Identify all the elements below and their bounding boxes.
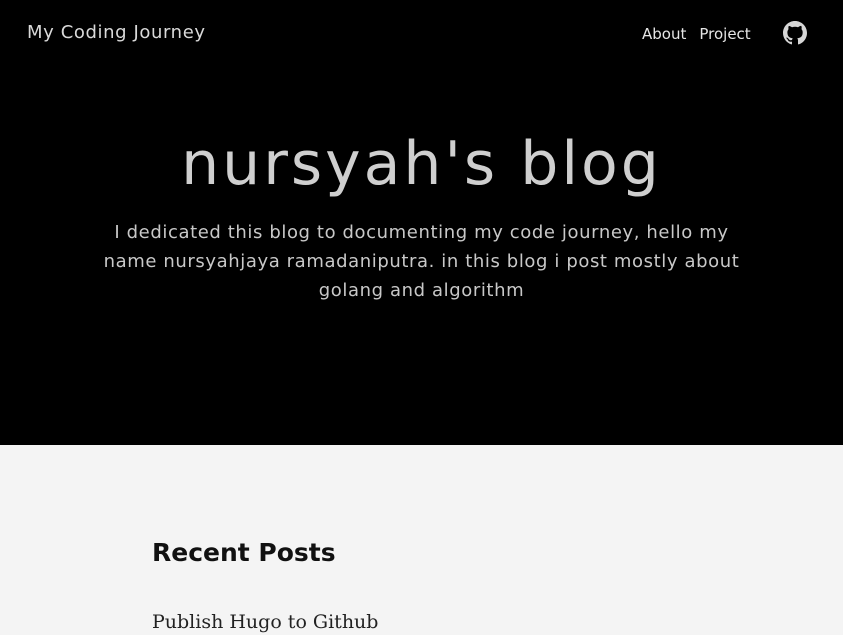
blog-title: nursyah's blog: [181, 129, 662, 199]
top-nav: My Coding Journey About Project: [0, 0, 843, 68]
nav-links: About Project: [642, 25, 751, 43]
recent-posts-section: Recent Posts Publish Hugo to Github: [0, 445, 843, 635]
nav-link-about[interactable]: About: [642, 25, 686, 43]
site-title-link[interactable]: My Coding Journey: [27, 22, 206, 43]
nav-link-project[interactable]: Project: [699, 25, 750, 43]
recent-posts-heading: Recent Posts: [152, 538, 336, 567]
github-icon[interactable]: [783, 21, 807, 45]
hero-header: My Coding Journey About Project nursyah'…: [0, 0, 843, 445]
blog-subtitle: I dedicated this blog to documenting my …: [103, 222, 740, 301]
post-link[interactable]: Publish Hugo to Github: [152, 611, 378, 633]
